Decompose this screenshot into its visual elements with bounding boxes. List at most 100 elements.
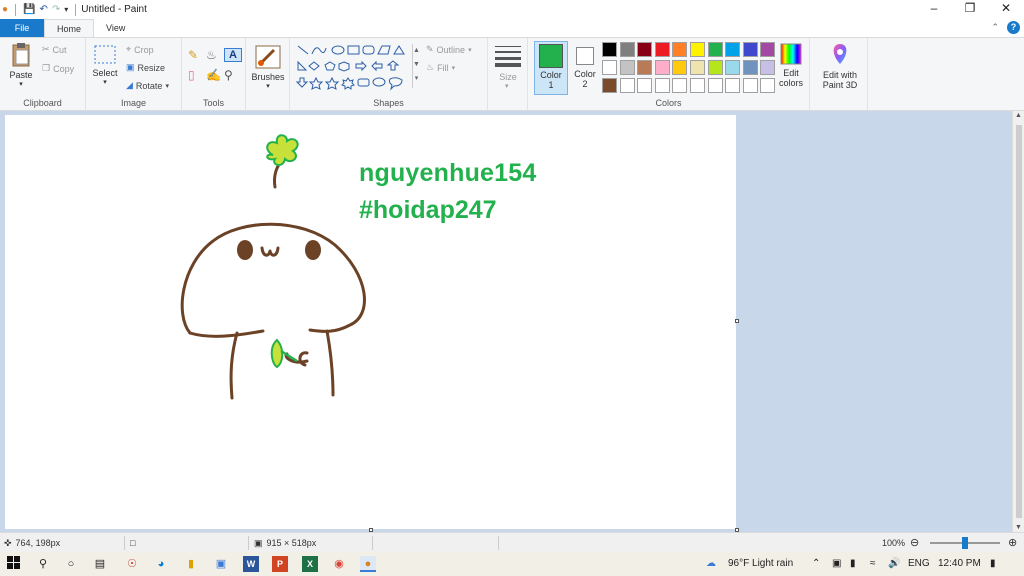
cortana-icon[interactable]: ○ (63, 556, 79, 572)
crop-button[interactable]: ⌖ Crop (126, 44, 154, 55)
paint3d-group[interactable]: Edit with Paint 3D (812, 38, 868, 110)
rotate-button[interactable]: ◢ Rotate ▾ (126, 80, 169, 91)
collapse-ribbon-icon[interactable]: ⌃ (991, 22, 999, 33)
select-dropdown-icon[interactable]: ▾ (90, 78, 120, 88)
redo-icon[interactable]: ↷ (52, 4, 60, 15)
palette-swatch[interactable] (637, 42, 653, 57)
network-icon[interactable]: ≈ (870, 552, 876, 576)
battery-icon[interactable]: ▮ (850, 552, 856, 576)
undo-icon[interactable]: ↶ (40, 4, 48, 15)
color-picker-icon[interactable]: ✍ (206, 68, 224, 82)
chrome-icon[interactable]: ◉ (331, 556, 347, 572)
divider (124, 536, 125, 550)
app-icon-red-circle[interactable]: ☉ (124, 556, 140, 572)
meet-now-icon[interactable]: ▣ (832, 552, 841, 576)
language-indicator[interactable]: ENG (908, 552, 930, 576)
scroll-up-icon[interactable]: ▲ (1015, 112, 1022, 119)
palette-swatch[interactable] (654, 60, 670, 75)
palette-swatch[interactable] (707, 42, 723, 57)
palette-swatch[interactable] (619, 60, 635, 75)
palette-swatch[interactable] (602, 78, 617, 93)
edge-browser-icon[interactable]: ◕ (153, 556, 169, 572)
brushes-dropdown-icon[interactable]: ▾ (250, 82, 286, 92)
tab-file[interactable]: File (0, 19, 44, 37)
copy-button[interactable]: ❐ Copy (42, 63, 74, 74)
palette-swatch[interactable] (602, 60, 617, 75)
palette-swatch[interactable] (672, 42, 688, 57)
show-hidden-icons-icon[interactable]: ⌃ (812, 552, 820, 576)
cut-button[interactable]: ✂ Cut (42, 44, 67, 55)
paint-taskbar-icon[interactable]: ● (360, 556, 376, 572)
palette-swatch[interactable] (619, 78, 635, 93)
palette-swatch[interactable] (637, 60, 653, 75)
minimize-button[interactable]: – (916, 0, 952, 19)
shapes-scroll[interactable]: ▲ ▼ ▾ (412, 44, 420, 88)
volume-icon[interactable]: 🔊 (888, 552, 900, 576)
palette-swatch[interactable] (725, 78, 741, 93)
windows-start-icon[interactable] (6, 556, 22, 572)
scroll-down-icon[interactable]: ▼ (1015, 524, 1022, 531)
weather-icon[interactable]: ☁ (706, 552, 716, 576)
palette-swatch[interactable] (637, 78, 653, 93)
powerpoint-icon[interactable]: P (272, 556, 288, 572)
text-tool-icon[interactable]: A (224, 48, 242, 62)
fill-bucket-icon[interactable]: ♨ (206, 48, 224, 62)
magnifier-icon[interactable]: ⚲ (224, 68, 242, 82)
palette-swatch[interactable] (725, 42, 741, 57)
excel-icon[interactable]: X (302, 556, 318, 572)
palette-swatch[interactable] (619, 42, 635, 57)
palette-swatch[interactable] (742, 60, 758, 75)
zoom-in-icon[interactable]: ⊕ (1008, 533, 1017, 553)
color2-button[interactable]: Color 2 (568, 41, 602, 95)
palette-swatch[interactable] (742, 78, 758, 93)
edit-colors-button[interactable]: Edit colors (774, 42, 808, 88)
close-button[interactable]: ✕ (988, 0, 1024, 19)
palette-swatch[interactable] (690, 42, 705, 57)
tab-view[interactable]: View (94, 19, 137, 37)
zoom-slider-thumb[interactable] (962, 537, 968, 549)
palette-swatch[interactable] (690, 60, 705, 75)
fill-button[interactable]: ♨ Fill ▾ (426, 62, 455, 73)
palette-swatch[interactable] (654, 78, 670, 93)
customize-quick-access-icon[interactable]: ▾ (64, 5, 68, 14)
palette-swatch[interactable] (707, 78, 723, 93)
palette-swatch[interactable] (672, 60, 688, 75)
outline-button[interactable]: ✎ Outline ▾ (426, 44, 472, 55)
size-group[interactable]: Size ▾ (488, 38, 528, 110)
help-icon[interactable]: ? (1007, 21, 1020, 34)
palette-swatch[interactable] (725, 60, 741, 75)
file-explorer-icon[interactable]: ▮ (183, 556, 199, 572)
pencil-icon[interactable]: ✎ (188, 48, 206, 62)
brushes-group[interactable]: Brushes ▾ (246, 38, 290, 110)
word-icon[interactable]: W (243, 556, 259, 572)
shapes-group: ▲ ▼ ▾ ✎ Outline ▾ ♨ Fill ▾ Shapes (290, 38, 488, 110)
palette-swatch[interactable] (707, 60, 723, 75)
palette-swatch[interactable] (742, 42, 758, 57)
save-icon[interactable]: 💾 (23, 4, 35, 15)
eraser-icon[interactable]: ▯ (188, 68, 206, 82)
clock-time[interactable]: 12:40 PM (938, 552, 981, 576)
paste-button[interactable]: Paste ▾ (4, 42, 38, 90)
palette-swatch[interactable] (690, 78, 705, 93)
canvas-resize-handle-right[interactable] (735, 319, 739, 323)
notifications-icon[interactable]: ▮ (990, 552, 996, 576)
restore-button[interactable]: ❐ (952, 0, 988, 19)
shapes-gallery[interactable] (296, 44, 416, 92)
this-pc-icon[interactable]: ▣ (213, 556, 229, 572)
palette-swatch[interactable] (602, 42, 617, 57)
weather-text[interactable]: 96°F Light rain (728, 552, 793, 576)
paste-dropdown-icon[interactable]: ▾ (4, 80, 38, 90)
color1-button[interactable]: Color 1 (534, 41, 568, 95)
palette-swatch[interactable] (654, 42, 670, 57)
search-icon[interactable]: ⚲ (35, 556, 51, 572)
drawing-canvas[interactable]: nguyenhue154 #hoidap247 (5, 115, 736, 529)
palette-swatch[interactable] (672, 78, 688, 93)
scrollbar-thumb[interactable] (1016, 125, 1022, 518)
tab-home[interactable]: Home (44, 19, 95, 37)
rotate-dropdown-icon[interactable]: ▾ (165, 82, 169, 90)
resize-button[interactable]: ▣ Resize (126, 62, 165, 73)
zoom-out-icon[interactable]: ⊖ (910, 533, 919, 553)
select-button[interactable]: Select ▾ (90, 44, 120, 88)
task-view-icon[interactable]: ▤ (92, 556, 108, 572)
vertical-scrollbar[interactable]: ▲ ▼ (1012, 111, 1024, 532)
